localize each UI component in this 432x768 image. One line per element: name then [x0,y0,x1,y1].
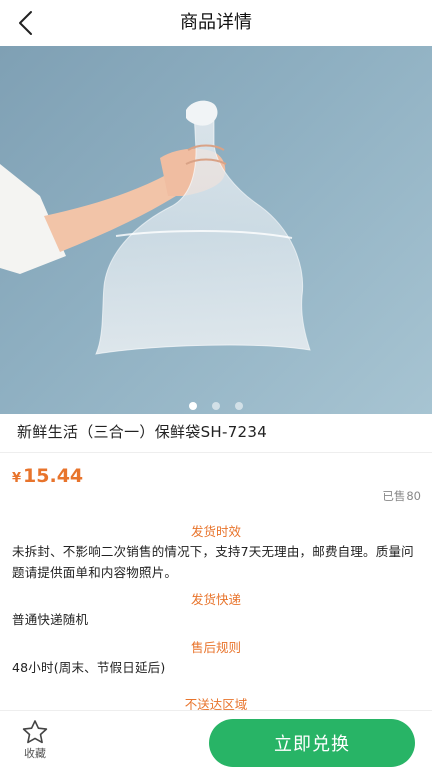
sold-count: 已售80 [382,487,421,505]
section-text-courier: 普通快递随机 [12,612,89,627]
product-price: ¥15.44 [12,462,83,493]
redeem-now-button[interactable]: 立即兑换 [209,719,415,767]
product-detail-page: 商品详情 新鲜生活（三合一）保鲜袋SH-7234 ¥ 15.44 已售80 发货… [0,0,432,768]
carousel-dot[interactable] [212,402,220,410]
section-title-courier: 发货快递 [190,592,241,607]
carousel-indicator [0,395,432,410]
bottom-action-bar: 收藏 立即兑换 [0,710,432,768]
product-image-carousel[interactable] [0,46,432,414]
product-name: 新鲜生活（三合一）保鲜袋SH-7234 [17,423,268,441]
section-title-shipping-time: 发货时效 [190,524,241,539]
section-title-after-sales: 售后规则 [190,640,241,655]
star-outline-icon [22,720,48,744]
section-text-after-sales: 48小时(周末、节假日延后) [12,660,166,675]
carousel-dot[interactable] [188,402,197,410]
sold-number: 80 [406,489,421,503]
page-title: 商品详情 [180,12,252,33]
price-amount: 15.44 [23,465,84,487]
favorite-label: 收藏 [24,747,46,760]
top-bar: 商品详情 [0,0,432,46]
sold-label: 已售 [382,489,406,503]
favorite-button[interactable]: 收藏 [12,719,58,767]
currency-symbol: ¥ [12,471,22,486]
divider [0,452,432,453]
product-image [0,100,311,355]
section-text-shipping-time: 未拆封、不影响二次销售的情况下，支持7天无理由，邮费自理。质量问题请提供面单和内… [12,544,414,580]
